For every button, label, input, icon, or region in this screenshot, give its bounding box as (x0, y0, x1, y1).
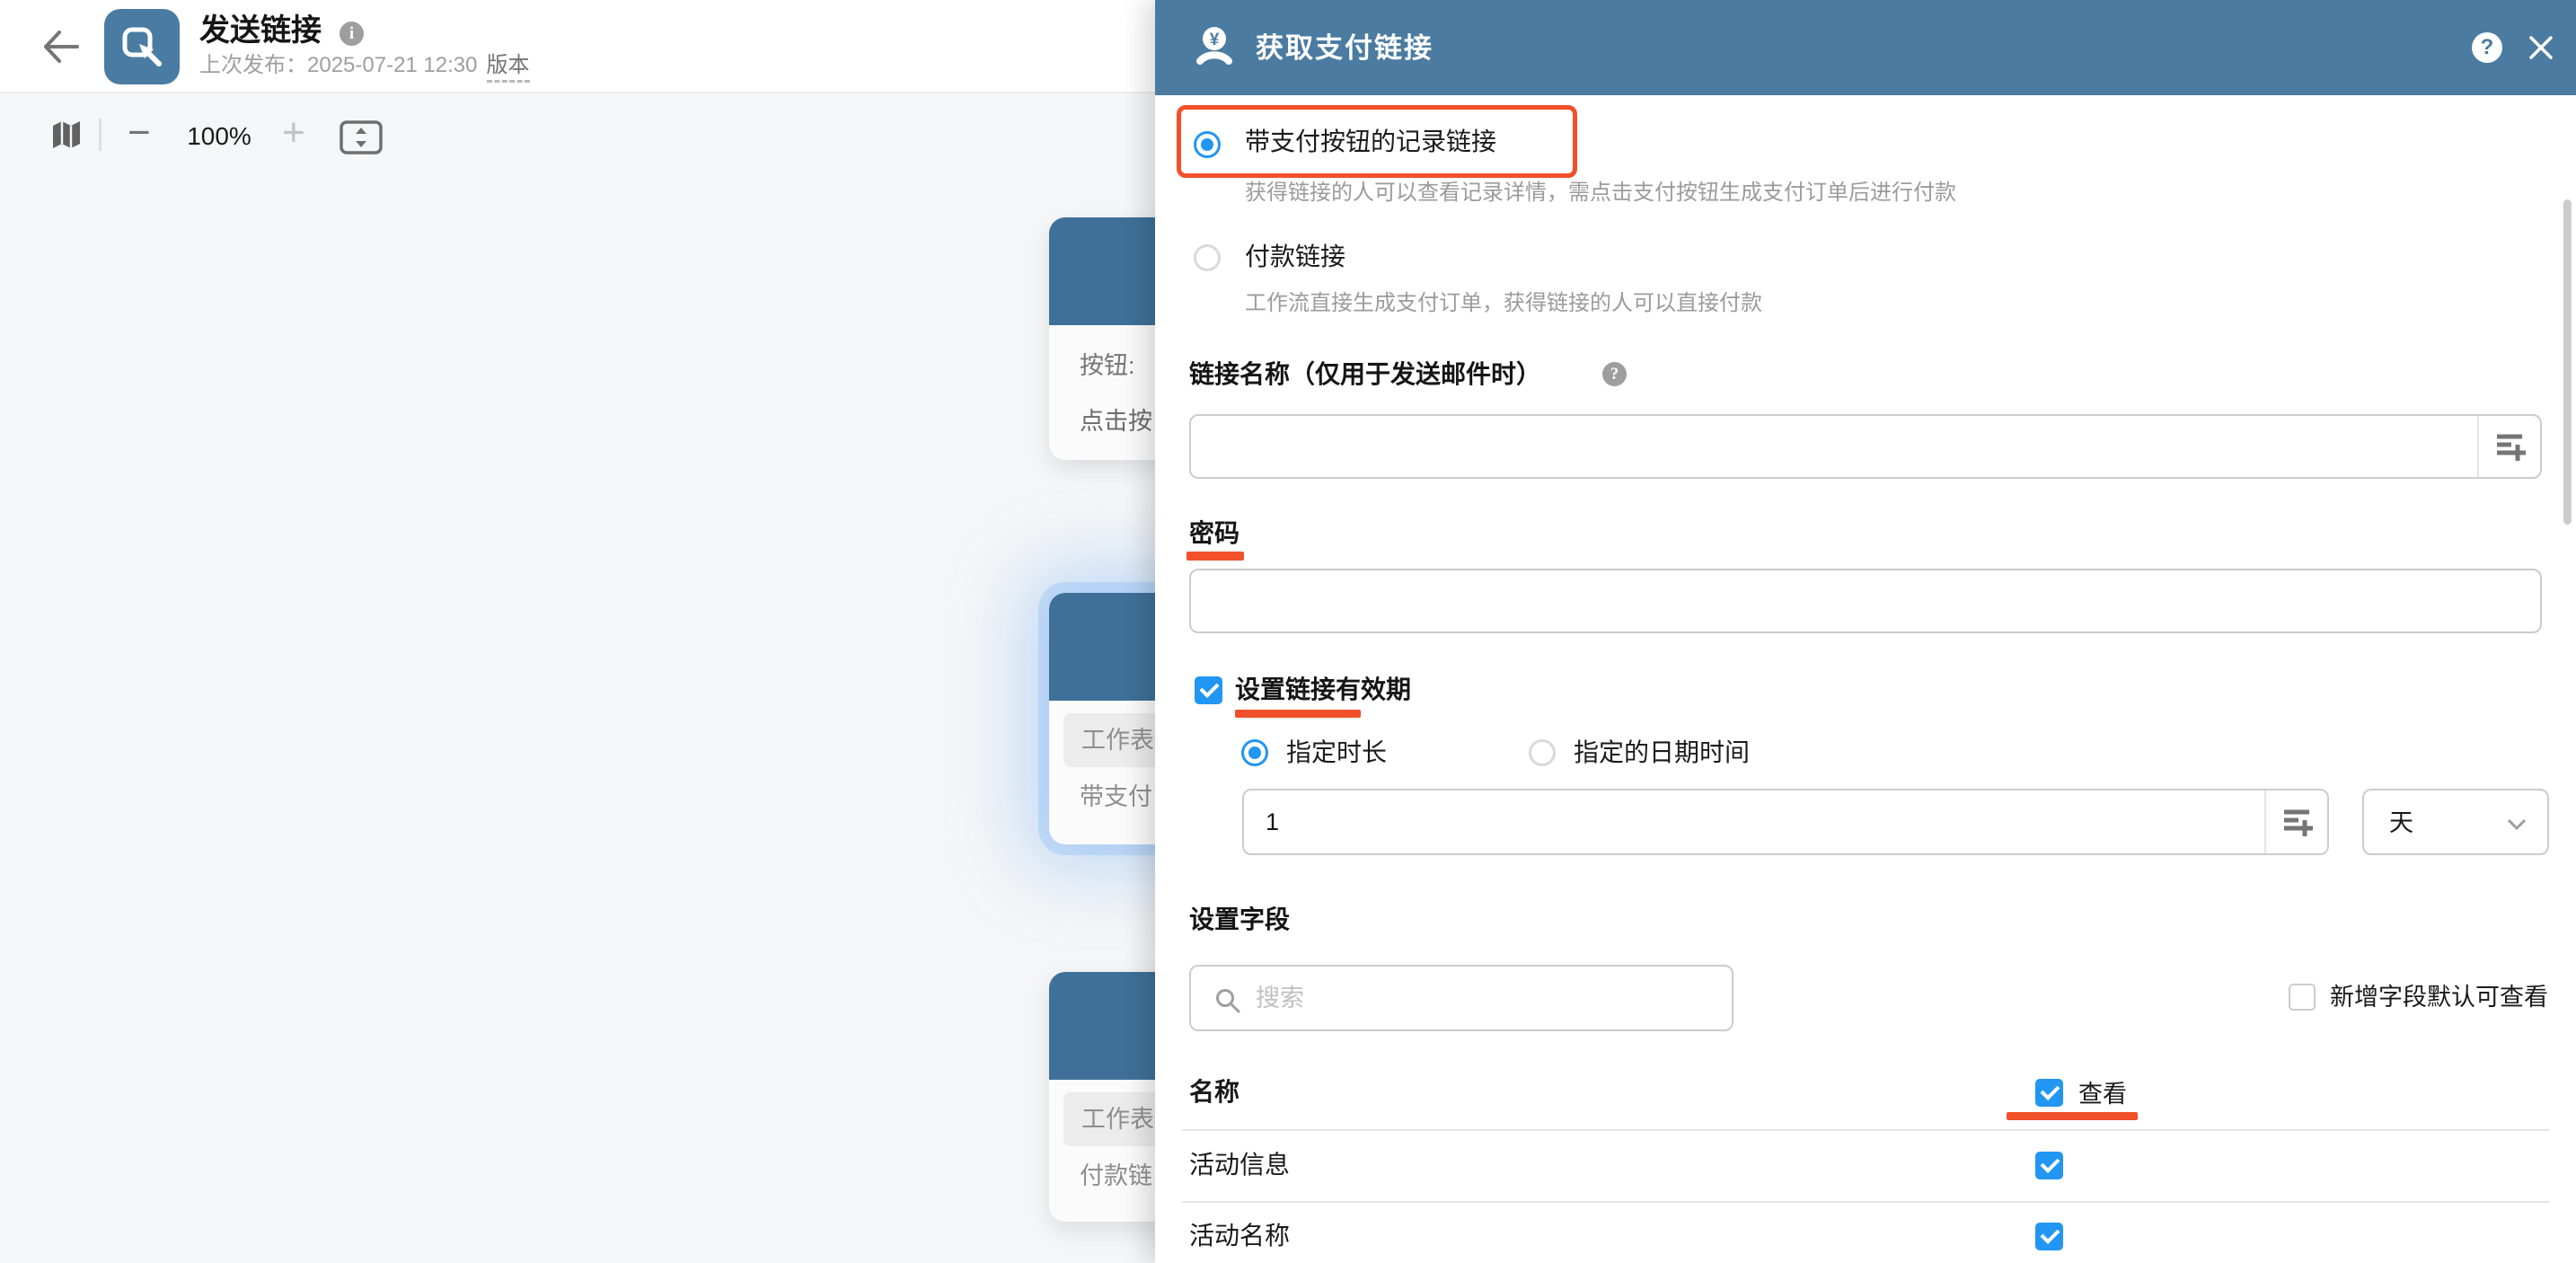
arrow-left-icon (41, 29, 81, 65)
duration-label[interactable]: 指定时长 (1286, 735, 1387, 771)
pay-link-label[interactable]: 付款链接 (1245, 239, 1345, 275)
page-title: 发送链接 (199, 13, 322, 49)
annotation-underline-view (2007, 1112, 2138, 1120)
field-search-input[interactable] (1191, 967, 1732, 1029)
dynamic-value-button[interactable] (2477, 416, 2540, 477)
chevron-down-icon (2506, 817, 2527, 836)
svg-text:¥: ¥ (1210, 31, 1220, 49)
datetime-label[interactable]: 指定的日期时间 (1574, 735, 1750, 771)
minimap-button[interactable] (50, 119, 83, 155)
panel-body: 带支付按钮的记录链接 获得链接的人可以查看记录详情，需点击支付按钮生成支付订单后… (1155, 95, 2576, 1263)
password-label: 密码 (1189, 517, 1239, 550)
button-click-icon (119, 24, 164, 69)
close-icon (2524, 31, 2558, 65)
password-field-wrap (1189, 569, 2542, 633)
version-link[interactable]: 版本 (487, 53, 530, 83)
record-link-label[interactable]: 带支付按钮的记录链接 (1245, 124, 1496, 160)
link-name-label: 链接名称（仅用于发送邮件时） (1189, 358, 1541, 391)
pay-link-radio[interactable] (1194, 244, 1221, 271)
annotation-underline-password (1187, 552, 1244, 561)
table-row-name: 活动信息 (1189, 1149, 1290, 1181)
toolbar-divider (99, 119, 101, 151)
datetime-radio[interactable] (1529, 739, 1556, 766)
table-header-name: 名称 (1189, 1076, 1239, 1108)
fit-view-button[interactable] (340, 120, 383, 159)
annotation-underline-validity (1235, 710, 1361, 718)
link-name-field-wrap (1189, 414, 2542, 479)
duration-radio[interactable] (1241, 739, 1268, 766)
row-view-checkbox[interactable] (2035, 1152, 2063, 1179)
unit-select[interactable]: 天 (2362, 789, 2549, 855)
password-input[interactable] (1191, 570, 2540, 632)
fields-section-label: 设置字段 (1189, 904, 1290, 936)
panel-title: 获取支付链接 (1256, 31, 1434, 66)
record-link-desc: 获得链接的人可以查看记录详情，需点击支付按钮生成支付订单后进行付款 (1245, 180, 1956, 207)
unit-value: 天 (2389, 807, 2413, 839)
map-icon (50, 119, 83, 151)
table-divider (1182, 1129, 2549, 1131)
pay-link-desc: 工作流直接生成支付订单，获得链接的人可以直接付款 (1245, 290, 1762, 317)
new-field-default-label[interactable]: 新增字段默认可查看 (2330, 981, 2548, 1013)
node-row: 按钮: (1080, 350, 1135, 381)
list-plus-icon (2493, 430, 2526, 463)
zoom-out-button[interactable]: − (128, 106, 151, 160)
row-view-checkbox[interactable] (2035, 1223, 2063, 1250)
dynamic-value-button[interactable] (2264, 790, 2327, 853)
table-header-view: 查看 (2078, 1078, 2127, 1110)
info-icon[interactable]: i (340, 22, 364, 46)
payment-icon: ¥ (1195, 25, 1234, 73)
payment-link-panel: ¥ 获取支付链接 ? 带支付按钮的记录链接 获得链接的人可以查看记录详情，需点击… (1155, 0, 2576, 1263)
duration-input[interactable] (1244, 790, 2327, 853)
table-divider (1182, 1201, 2549, 1203)
validity-label[interactable]: 设置链接有效期 (1235, 674, 1411, 706)
workflow-app-icon (104, 9, 180, 84)
view-all-checkbox[interactable] (2035, 1079, 2063, 1107)
table-row-name: 活动名称 (1189, 1220, 1290, 1252)
panel-scrollbar[interactable] (2563, 199, 2572, 525)
fit-view-icon (340, 120, 383, 155)
zoom-level: 100% (176, 120, 262, 153)
help-button[interactable]: ? (2472, 32, 2502, 63)
back-button[interactable] (41, 29, 81, 65)
node-row: 付款链 (1080, 1161, 1152, 1191)
validity-checkbox[interactable] (1195, 676, 1222, 704)
publish-status: 上次发布：2025-07-21 12:30版本 (199, 52, 530, 79)
record-link-radio[interactable] (1194, 131, 1221, 158)
panel-header: ¥ 获取支付链接 ? (1155, 0, 2576, 95)
node-row: 点击按 (1080, 406, 1152, 437)
help-icon[interactable]: ? (1602, 362, 1627, 386)
zoom-in-button[interactable]: + (282, 106, 305, 160)
node-row: 带支付 (1080, 782, 1152, 812)
publish-label: 上次发布： (199, 53, 307, 77)
link-name-input[interactable] (1191, 416, 2540, 477)
new-field-default-checkbox[interactable] (2289, 984, 2316, 1011)
field-search-wrap (1189, 965, 1734, 1031)
list-plus-icon (2280, 806, 2313, 838)
publish-time: 2025-07-21 12:30 (307, 53, 478, 77)
duration-field-wrap (1242, 789, 2329, 855)
close-button[interactable] (2524, 31, 2558, 65)
